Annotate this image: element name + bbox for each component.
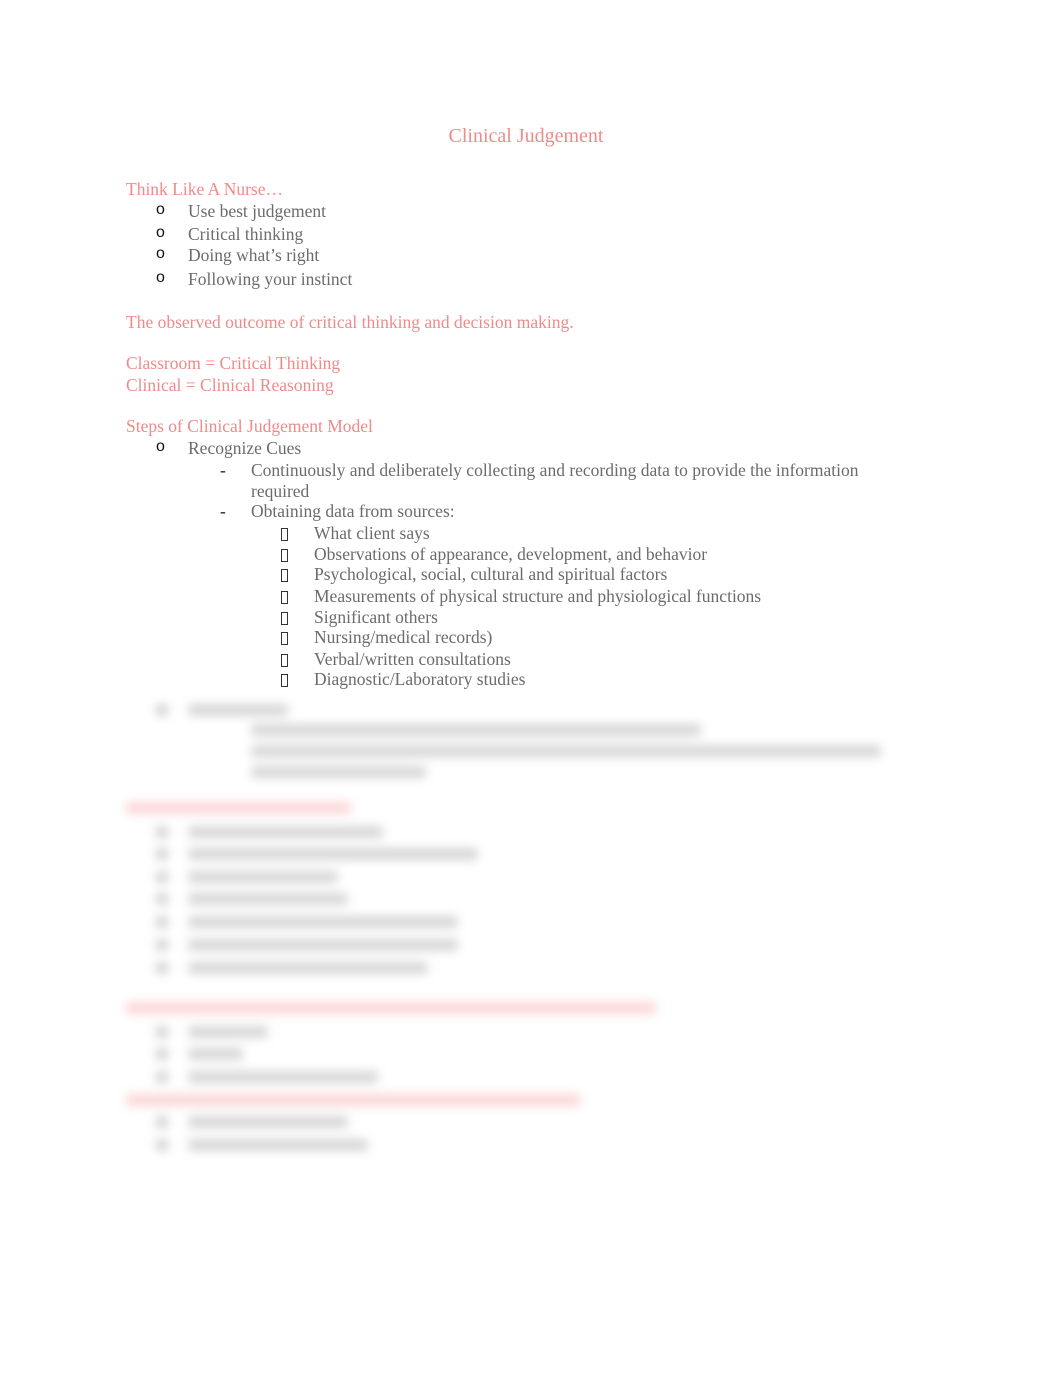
- square-bullet-icon: [281, 528, 288, 541]
- blurred-line: [251, 745, 881, 757]
- blurred-line: [188, 939, 458, 951]
- blurred-bullet: [156, 1026, 168, 1038]
- obscured-content: [0, 690, 1062, 1170]
- square-bullet-icon: [281, 632, 288, 645]
- blurred-bullet: [156, 1048, 168, 1060]
- blurred-heading: [126, 1002, 656, 1014]
- blurred-line: [188, 1026, 268, 1038]
- blurred-line: [188, 916, 458, 928]
- square-bullet-icon: [281, 549, 288, 562]
- circle-bullet-icon: o: [156, 224, 165, 241]
- square-bullet-icon: [281, 569, 288, 582]
- blurred-line: [188, 962, 428, 974]
- blurred-bullet: [156, 848, 168, 860]
- blurred-bullet: [156, 1071, 168, 1083]
- clinical-line: Clinical = Clinical Reasoning: [126, 375, 334, 395]
- blurred-heading: [126, 802, 351, 814]
- definition-paragraph: The observed outcome of critical thinkin…: [126, 312, 574, 332]
- document-title: Clinical Judgement: [448, 125, 604, 147]
- blurred-bullet: [156, 1139, 168, 1151]
- blurred-heading: [126, 1094, 581, 1106]
- blurred-line: [188, 826, 383, 838]
- square-bullet-icon: [281, 591, 288, 604]
- blurred-bullet: [156, 962, 168, 974]
- dash-bullet-icon: -: [220, 460, 226, 480]
- section-heading-steps: Steps of Clinical Judgement Model: [126, 416, 373, 436]
- blurred-bullet: [156, 871, 168, 883]
- circle-bullet-icon: o: [156, 269, 165, 286]
- document-page: Clinical Judgement Think Like A Nurse… o…: [0, 0, 1062, 1377]
- circle-bullet-icon: o: [156, 438, 165, 455]
- section-heading-think-like-a-nurse: Think Like A Nurse…: [126, 179, 283, 199]
- blurred-line: [188, 704, 288, 716]
- blurred-line: [188, 893, 348, 905]
- blurred-line: [251, 766, 426, 778]
- blurred-line: [188, 1139, 368, 1151]
- classroom-line: Classroom = Critical Thinking: [126, 353, 341, 373]
- blurred-line: [188, 1071, 378, 1083]
- square-bullet-icon: [281, 612, 288, 625]
- blurred-bullet: [156, 1116, 168, 1128]
- blurred-line: [188, 1116, 348, 1128]
- square-bullet-icon: [281, 654, 288, 667]
- blurred-bullet: [156, 939, 168, 951]
- circle-bullet-icon: o: [156, 245, 165, 262]
- blurred-line: [188, 871, 338, 883]
- blurred-line: [188, 848, 478, 860]
- dash-bullet-icon: -: [220, 501, 226, 521]
- blurred-bullet: [156, 704, 168, 716]
- square-bullet-icon: [281, 674, 288, 687]
- blurred-bullet: [156, 826, 168, 838]
- blurred-line: [251, 724, 701, 736]
- blurred-line: [188, 1048, 243, 1060]
- blurred-bullet: [156, 893, 168, 905]
- blurred-bullet: [156, 916, 168, 928]
- circle-bullet-icon: o: [156, 201, 165, 218]
